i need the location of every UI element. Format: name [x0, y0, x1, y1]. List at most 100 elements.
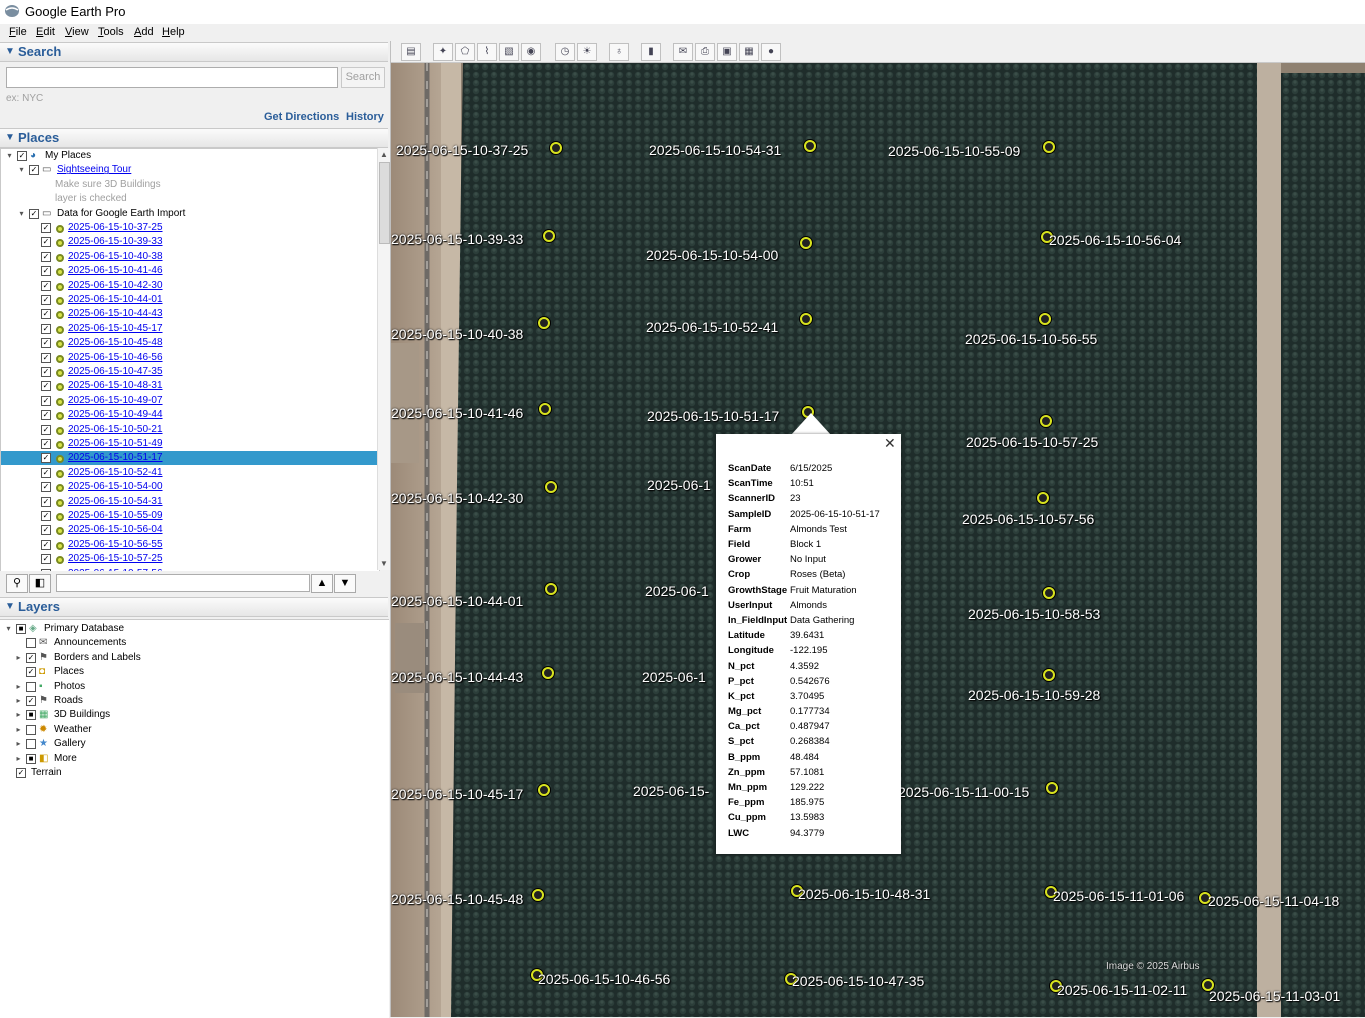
layer-item[interactable]: ▾ ■ ◈ Primary Database: [0, 622, 389, 636]
switch-planet-button[interactable]: ♁: [609, 43, 629, 61]
placemark-item[interactable]: ✓ 2025-06-15-10-37-25: [1, 221, 379, 235]
add-path-button[interactable]: ⌇: [477, 43, 497, 61]
menu-edit[interactable]: Edit: [36, 26, 55, 38]
placemark-pin[interactable]: [800, 237, 812, 249]
placemark-pin[interactable]: [800, 313, 812, 325]
historical-imagery-button[interactable]: ◷: [555, 43, 575, 61]
map-label[interactable]: 2025-06-15-10-45-48: [391, 891, 523, 907]
view-in-maps-button[interactable]: ▦: [739, 43, 759, 61]
map-label[interactable]: 2025-06-15-10-51-17: [647, 408, 779, 424]
layer-item[interactable]: ▸ ✹ Weather: [0, 723, 389, 737]
checkbox[interactable]: [26, 681, 36, 692]
map-label[interactable]: 2025-06-15-10-57-25: [966, 434, 1098, 450]
tree-item[interactable]: Make sure 3D Buildings: [1, 178, 379, 192]
tree-item[interactable]: ▾ ✓ ▭ Sightseeing Tour: [1, 163, 379, 177]
places-panel-header[interactable]: ▼ Places: [0, 128, 388, 148]
menu-file[interactable]: File: [9, 26, 27, 38]
placemark-item[interactable]: ✓ 2025-06-15-10-45-48: [1, 336, 379, 350]
expand-icon[interactable]: ▸: [14, 696, 23, 705]
map-label[interactable]: 2025-06-15-10-56-55: [965, 331, 1097, 347]
checkbox[interactable]: ✓: [41, 511, 51, 521]
checkbox[interactable]: ✓: [41, 467, 51, 478]
checkbox[interactable]: ■: [26, 710, 36, 721]
placemark-item[interactable]: ✓ 2025-06-15-10-57-25: [1, 552, 379, 566]
expand-icon[interactable]: ▾: [17, 209, 26, 218]
placemark-pin[interactable]: [804, 140, 816, 152]
scrollbar-thumb[interactable]: [379, 162, 390, 244]
checkbox[interactable]: ✓: [41, 352, 51, 363]
scroll-up-icon[interactable]: ▲: [380, 150, 388, 159]
map-label[interactable]: 2025-06-15-11-01-06: [1053, 888, 1184, 904]
menu-tools[interactable]: Tools: [98, 26, 124, 38]
map-label[interactable]: 2025-06-15-10-57-56: [962, 511, 1094, 527]
map-label[interactable]: 2025-06-1: [642, 669, 706, 685]
placemark-item[interactable]: ✓ 2025-06-15-10-40-38: [1, 250, 379, 264]
layer-item[interactable]: ▸ ▪ Photos: [0, 680, 389, 694]
placemark-item[interactable]: ✓ 2025-06-15-10-46-56: [1, 351, 379, 365]
map-label[interactable]: 2025-06-15-10-44-01: [391, 593, 523, 609]
layers-panel-header[interactable]: ▼ Layers: [0, 597, 388, 617]
placemark-item[interactable]: ✓ 2025-06-15-10-56-04: [1, 523, 379, 537]
checkbox[interactable]: ✓: [26, 652, 36, 663]
expand-icon[interactable]: ▸: [14, 710, 23, 719]
menu-add[interactable]: Add: [134, 26, 154, 38]
search-places-button[interactable]: ⚲: [6, 574, 28, 593]
placemark-pin[interactable]: [1046, 782, 1058, 794]
placemark-item[interactable]: ✓ 2025-06-15-10-42-30: [1, 279, 379, 293]
map-label[interactable]: 2025-06-1: [645, 583, 709, 599]
checkbox[interactable]: ✓: [41, 539, 51, 550]
expand-icon[interactable]: ▸: [14, 739, 23, 748]
add-overlay-button[interactable]: ▧: [499, 43, 519, 61]
get-directions-link[interactable]: Get Directions: [264, 111, 339, 123]
sidebar-toggle-button[interactable]: ▤: [401, 43, 421, 61]
expand-icon[interactable]: ▸: [14, 653, 23, 662]
layer-item[interactable]: ▸ ■ ▦ 3D Buildings: [0, 708, 389, 722]
layer-item[interactable]: ✓ ◘ Places: [0, 665, 389, 679]
map-label[interactable]: 2025-06-1: [647, 477, 711, 493]
placemark-item[interactable]: ✓ 2025-06-15-10-54-31: [1, 495, 379, 509]
checkbox[interactable]: ✓: [41, 395, 51, 406]
checkbox[interactable]: ✓: [41, 410, 51, 421]
placemark-item[interactable]: ✓ 2025-06-15-10-51-17: [1, 451, 379, 466]
checkbox[interactable]: ✓: [41, 251, 51, 262]
layer-item[interactable]: ▸ ✓ ⚑ Borders and Labels: [0, 651, 389, 665]
placemark-item[interactable]: ✓ 2025-06-15-10-54-00: [1, 480, 379, 494]
placemark-item[interactable]: ✓ 2025-06-15-10-49-44: [1, 408, 379, 422]
checkbox[interactable]: ✓: [41, 223, 51, 233]
search-button[interactable]: Search: [341, 67, 385, 88]
checkbox[interactable]: ✓: [41, 338, 51, 349]
placemark-item[interactable]: ✓ 2025-06-15-10-44-01: [1, 293, 379, 307]
checkbox[interactable]: ✓: [41, 496, 51, 507]
places-filter-input[interactable]: [56, 574, 310, 592]
add-placemark-button[interactable]: ✦: [433, 43, 453, 61]
checkbox[interactable]: ✓: [41, 237, 51, 248]
checkbox[interactable]: ✓: [26, 696, 36, 706]
placemark-pin[interactable]: [1043, 587, 1055, 599]
layer-item[interactable]: ✓ Terrain: [0, 766, 389, 780]
expand-icon[interactable]: ▾: [4, 624, 13, 633]
placemark-pin[interactable]: [550, 142, 562, 154]
map-label[interactable]: 2025-06-15-10-58-53: [968, 606, 1100, 622]
history-link[interactable]: History: [346, 111, 384, 123]
map-label[interactable]: 2025-06-15-10-40-38: [391, 326, 523, 342]
checkbox[interactable]: [26, 638, 36, 649]
checkbox[interactable]: ✓: [26, 667, 36, 678]
tree-item[interactable]: ▾ ✓ ◕ My Places: [1, 149, 379, 163]
sunlight-button[interactable]: ☀: [577, 43, 597, 61]
placemark-item[interactable]: ✓ 2025-06-15-10-56-55: [1, 538, 379, 552]
placemark-pin[interactable]: [545, 583, 557, 595]
map-label[interactable]: 2025-06-15-10-46-56: [538, 971, 670, 987]
layer-item[interactable]: ▸ ■ ◧ More: [0, 752, 389, 766]
layer-item[interactable]: ✉ Announcements: [0, 636, 389, 650]
checkbox[interactable]: ✓: [16, 768, 26, 778]
map-label[interactable]: 2025-06-15-10-52-41: [646, 319, 778, 335]
map-label[interactable]: 2025-06-15-10-42-30: [391, 490, 523, 506]
checkbox[interactable]: ✓: [41, 482, 51, 493]
layer-item[interactable]: ▸ ★ Gallery: [0, 737, 389, 751]
map-label[interactable]: 2025-06-15-10-55-09: [888, 143, 1020, 159]
map-label[interactable]: 2025-06-15-11-02-11: [1057, 982, 1187, 998]
checkbox[interactable]: ✓: [41, 266, 51, 277]
placemark-item[interactable]: ✓ 2025-06-15-10-55-09: [1, 509, 379, 523]
placemark-pin[interactable]: [1037, 492, 1049, 504]
checkbox[interactable]: ✓: [41, 439, 51, 449]
